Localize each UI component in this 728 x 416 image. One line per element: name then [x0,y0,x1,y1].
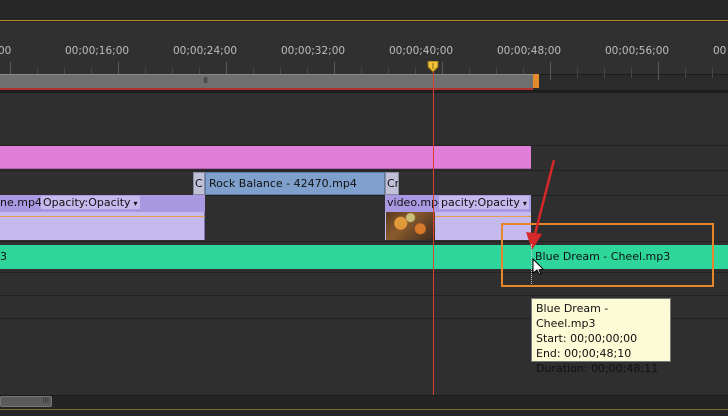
time-ruler[interactable]: 00 00;00;16;00 00;00;24;00 00;00;32;00 0… [0,22,728,75]
transition-label: Cr [387,177,399,190]
clip-label: ne.mp4 [0,196,42,209]
video-clip-a-header[interactable]: ne.mp4 Opacity:Opacity ▾ [0,195,205,212]
ruler-timecode: 00 [713,45,727,57]
work-area-grip-icon[interactable]: III [203,76,208,85]
scrollbar-grip-icon[interactable]: III [42,396,49,405]
effect-menu[interactable]: pacity:Opacity ▾ [439,196,529,209]
opacity-keyframe-line[interactable] [435,216,531,217]
annotation-arrow-icon [526,159,556,250]
ruler-timecode: 00;00;40;00 [389,45,454,57]
ruler-timecode: 00 [0,45,12,57]
video-clip-rock-balance[interactable]: Rock Balance - 42470.mp4 [205,172,385,195]
ruler-minor-tick [604,68,605,78]
bottom-accent-line [0,409,728,410]
ruler-minor-tick [685,68,686,78]
ruler-minor-tick [631,68,632,78]
ruler-timecode: 00;00;32;00 [281,45,346,57]
effect-menu[interactable]: Opacity:Opacity ▾ [41,196,140,209]
tooltip-end: End: 00;00;48;10 [536,347,632,360]
opacity-keyframe-line[interactable] [0,216,205,217]
clip-tooltip: Blue Dream - Cheel.mp3 Start: 00;00;00;0… [531,298,671,375]
ruler-timecode: 00;00;56;00 [605,45,670,57]
clip-label: Rock Balance - 42470.mp4 [209,177,357,190]
ruler-timecode: 00;00;48;00 [497,45,562,57]
clip-label: video.mp4 [387,196,446,209]
tooltip-title: Blue Dream - Cheel.mp3 [536,302,609,330]
tooltip-start: Start: 00;00;00;00 [536,332,638,345]
header-accent-line [0,20,728,21]
playhead-line[interactable] [433,70,434,395]
work-area-end-handle[interactable] [533,74,539,88]
transition-right[interactable]: Cr [385,172,399,195]
transition-label: C [195,177,203,190]
transition-left[interactable]: C [193,172,205,195]
track-video-4[interactable] [0,93,728,146]
ruler-major-tick [550,62,551,80]
tooltip-duration: Duration: 00;00;48;11 [536,362,659,375]
ruler-minor-tick [577,68,578,78]
video-clip-adjustment[interactable] [0,146,531,169]
ruler-timecode: 00;00;24;00 [173,45,238,57]
ruler-major-tick [658,62,659,80]
ruler-minor-tick [712,68,713,78]
effect-label: Opacity:Opacity [43,196,131,209]
clip-thumbnail [386,212,435,240]
playhead-icon[interactable] [427,61,439,73]
effect-label: pacity:Opacity [441,196,520,209]
trim-cursor-icon [532,257,544,275]
video-clip-b-header[interactable]: video.mp4 pacity:Opacity ▾ [385,195,531,212]
timeline-scrollbar[interactable] [0,395,728,416]
chevron-down-icon: ▾ [133,199,138,208]
clip-label: 3 [0,250,7,263]
ruler-timecode: 00;00;16;00 [65,45,130,57]
